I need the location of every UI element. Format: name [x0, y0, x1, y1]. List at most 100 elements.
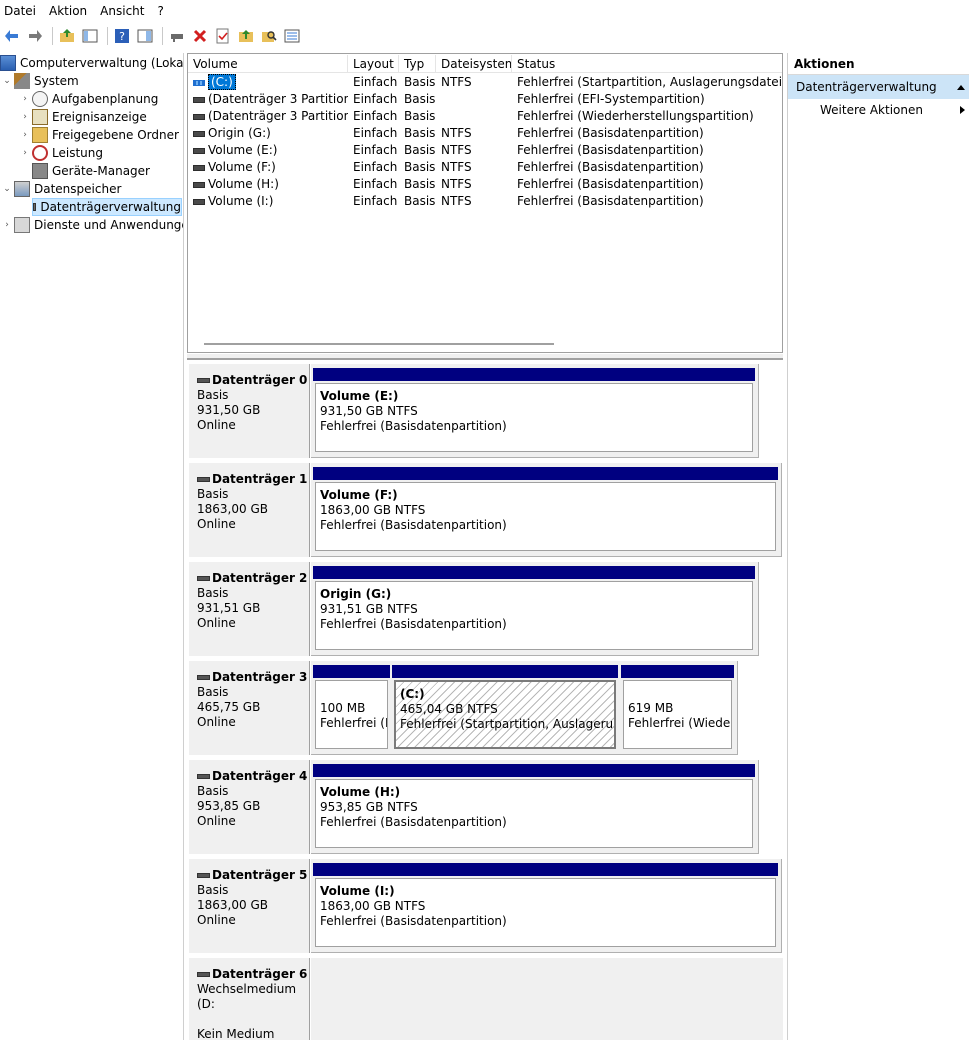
column-status[interactable]: Status — [512, 55, 782, 73]
partition-body: 100 MBFehlerfrei (EF — [315, 680, 388, 749]
table-row[interactable]: (Datenträger 3 Partition 1) Einfach Basis F… — [188, 91, 782, 108]
disk-name-text: Datenträger 1 — [212, 472, 308, 486]
volume-icon — [193, 147, 205, 154]
disk-icon — [197, 378, 210, 383]
weitere-aktionen-item[interactable]: Weitere Aktionen — [788, 99, 969, 121]
disk-size: 1863,00 GB — [197, 898, 268, 912]
disk-info[interactable]: Datenträger 5 Basis 1863,00 GB Online — [189, 859, 310, 953]
menu-datei[interactable]: Datei — [0, 0, 45, 22]
partition[interactable]: Origin (G:) 931,51 GB NTFS Fehlerfrei (Bas… — [313, 566, 755, 652]
cell-type: Basis — [404, 75, 436, 89]
table-row[interactable]: Volume (E:) Einfach Basis NTFS Fehlerfrei (B… — [188, 142, 782, 159]
menu-aktion[interactable]: Aktion — [45, 0, 96, 22]
cell-status: Fehlerfrei (Basisdatenpartition) — [517, 143, 704, 157]
disk-state: Online — [197, 814, 236, 828]
shared-folder-icon — [32, 127, 48, 143]
table-row[interactable]: Volume (H:) Einfach Basis NTFS Fehlerfrei (B… — [188, 176, 782, 193]
horizontal-scrollbar[interactable] — [204, 343, 554, 345]
partition[interactable]: Volume (F:) 1863,00 GB NTFS Fehlerfrei (Ba… — [313, 467, 778, 553]
event-icon — [32, 109, 48, 125]
partition-size: 953,85 GB NTFS — [320, 800, 418, 814]
partition-name: Volume (H:) — [320, 785, 401, 799]
partition[interactable]: Volume (I:) 1863,00 GB NTFS Fehlerfrei (Ba… — [313, 863, 778, 949]
tree-item-freigegebene-ordner[interactable]: › Freigegebene Ordner — [20, 126, 179, 144]
partition[interactable]: 100 MBFehlerfrei (EF — [313, 665, 390, 751]
collapse-chevron-icon[interactable]: ⌄ — [2, 184, 12, 194]
partition-area: Volume (I:) 1863,00 GB NTFS Fehlerfrei (Ba… — [311, 859, 782, 953]
disk-info[interactable]: Datenträger 4 Basis 953,85 GB Online — [189, 760, 310, 854]
partition[interactable]: 619 MB Fehlerfrei (Wiederh — [621, 665, 734, 751]
table-row[interactable]: Volume (I:) Einfach Basis NTFS Fehlerfrei (B… — [188, 193, 782, 210]
disk-info[interactable]: Datenträger 0 Basis 931,50 GB Online — [189, 364, 310, 458]
forward-icon[interactable] — [25, 26, 45, 46]
disk-info[interactable]: Datenträger 2 Basis 931,51 GB Online — [189, 562, 310, 656]
collapse-arrow-icon[interactable] — [957, 84, 965, 90]
disk-icon — [197, 972, 210, 977]
collapse-chevron-icon[interactable]: ⌄ — [2, 76, 12, 86]
tree-item-ereignisanzeige[interactable]: › Ereignisanzeige — [20, 108, 147, 126]
tree-item-leistung[interactable]: › Leistung — [20, 144, 103, 162]
tools-icon — [14, 73, 30, 89]
tree-item-datenspeicher[interactable]: ⌄ Datenspeicher — [2, 180, 121, 198]
tree-item-computerverwaltung[interactable]: Computerverwaltung (Lokal) — [0, 54, 183, 72]
disk-info[interactable]: Datenträger 6 Wechselmedium (D: Kein Mediu… — [189, 958, 310, 1040]
expand-chevron-icon[interactable]: › — [20, 130, 30, 140]
list-icon[interactable] — [282, 26, 302, 46]
cell-volume: (Datenträger 3 Partition 1) — [188, 91, 348, 108]
expand-chevron-icon[interactable]: › — [20, 94, 30, 104]
partition-status: Fehlerfrei (Basisdatenpartition) — [320, 815, 507, 829]
table-row[interactable]: (C:) Einfach Basis NTFS Fehlerfrei (Startpar… — [188, 74, 782, 91]
expand-chevron-icon[interactable]: › — [20, 112, 30, 122]
column-dateisystem[interactable]: Dateisystem — [436, 55, 512, 73]
delete-icon[interactable] — [190, 26, 210, 46]
cell-fs: NTFS — [441, 194, 472, 208]
cell-layout: Einfach — [353, 126, 398, 140]
menu-help[interactable]: ? — [153, 0, 172, 22]
actions-section-datentraegerverwaltung[interactable]: Datenträgerverwaltung — [788, 75, 969, 99]
partition-bar — [313, 863, 778, 876]
clock-icon — [32, 91, 48, 107]
column-volume[interactable]: Volume — [188, 55, 348, 73]
properties-panel-icon[interactable] — [135, 26, 155, 46]
check-icon[interactable] — [213, 26, 233, 46]
partition-bar — [392, 665, 618, 678]
disk-info[interactable]: Datenträger 3 Basis 465,75 GB Online — [189, 661, 310, 755]
volume-name: (C:) — [208, 74, 236, 90]
pane-splitter[interactable] — [187, 354, 783, 360]
disk-kind: Wechselmedium (D: — [197, 982, 297, 1011]
up-folder-icon[interactable] — [57, 26, 77, 46]
table-row[interactable]: Volume (F:) Einfach Basis NTFS Fehlerfrei (B… — [188, 159, 782, 176]
partition[interactable]: (C:) 465,04 GB NTFS Fehlerfrei (Startparti… — [392, 665, 618, 751]
computer-icon — [0, 55, 16, 71]
menu-ansicht[interactable]: Ansicht — [96, 0, 153, 22]
expand-chevron-icon[interactable]: › — [2, 220, 12, 230]
disk-kind: Basis — [197, 586, 229, 600]
volume-name: (Datenträger 3 Partition 1) — [208, 92, 348, 106]
help-icon[interactable]: ? — [112, 26, 132, 46]
partition[interactable]: Volume (H:) 953,85 GB NTFS Fehlerfrei (Bas… — [313, 764, 755, 850]
tree-item-dienste[interactable]: › Dienste und Anwendungen — [2, 216, 183, 234]
menu-bar: Datei Aktion Ansicht ? — [0, 0, 969, 22]
tree-item-aufgabenplanung[interactable]: › Aufgabenplanung — [20, 90, 158, 108]
disk-row: Datenträger 4 Basis 953,85 GB Online Volume … — [187, 758, 783, 855]
show-hide-tree-icon[interactable] — [80, 26, 100, 46]
partition[interactable]: Volume (E:) 931,50 GB NTFS Fehlerfrei (Bas… — [313, 368, 755, 454]
tree-item-system[interactable]: ⌄ System — [2, 72, 79, 90]
folder-up-icon[interactable] — [236, 26, 256, 46]
tree-item-datentraegerverwaltung[interactable]: Datenträgerverwaltung — [32, 198, 182, 216]
back-icon[interactable] — [2, 26, 22, 46]
partition-name: Origin (G:) — [320, 587, 392, 601]
table-row[interactable]: (Datenträger 3 Partition 4) Einfach Basis F… — [188, 108, 782, 125]
cell-type: Basis — [404, 92, 436, 106]
table-row[interactable]: Origin (G:) Einfach Basis NTFS Fehlerfrei (B… — [188, 125, 782, 142]
column-layout[interactable]: Layout — [348, 55, 399, 73]
expand-chevron-icon[interactable]: › — [20, 148, 30, 158]
partition-body: Volume (I:) 1863,00 GB NTFS Fehlerfrei (Ba… — [315, 878, 776, 947]
search-icon[interactable] — [259, 26, 279, 46]
tree-item-geraete-manager[interactable]: Geräte-Manager — [32, 162, 150, 180]
disk-info[interactable]: Datenträger 1 Basis 1863,00 GB Online — [189, 463, 310, 557]
connect-icon[interactable] — [167, 26, 187, 46]
column-typ[interactable]: Typ — [399, 55, 436, 73]
svg-text:?: ? — [119, 30, 125, 43]
disk-kind: Basis — [197, 487, 229, 501]
